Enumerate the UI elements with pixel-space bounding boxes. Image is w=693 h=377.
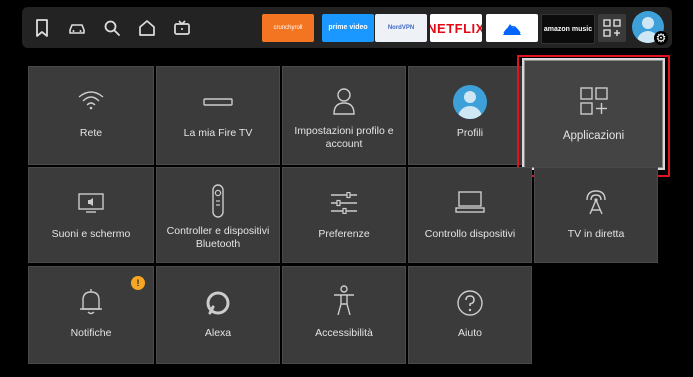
tile-applicazioni[interactable]: Applicazioni xyxy=(522,58,665,170)
wifi-icon xyxy=(77,89,105,111)
prime-video-app-tile[interactable]: prime video xyxy=(322,14,374,42)
tile-aiuto[interactable]: Aiuto xyxy=(408,266,532,364)
tile-label: Accessibilità xyxy=(315,327,373,339)
apps-grid-icon xyxy=(603,19,621,37)
tile-accessibilita[interactable]: Accessibilità xyxy=(282,266,406,364)
tile-label: Rete xyxy=(79,127,103,139)
tile-label: La mia Fire TV xyxy=(183,127,253,139)
remote-icon xyxy=(211,184,225,218)
help-icon xyxy=(456,289,484,317)
bookmark-icon[interactable] xyxy=(32,18,52,38)
tile-la-mia-fire-tv[interactable]: La mia Fire TV xyxy=(156,66,280,165)
antenna-icon xyxy=(581,186,611,216)
paramount-app-tile[interactable] xyxy=(486,14,538,42)
tile-label: Preferenze xyxy=(318,228,370,240)
tile-label: TV in diretta xyxy=(567,228,625,240)
tv-icon[interactable] xyxy=(172,18,192,38)
search-icon[interactable] xyxy=(102,18,122,38)
amazon-music-app-tile[interactable]: amazon music xyxy=(541,14,595,44)
tile-label: Controller e dispositivi Bluetooth xyxy=(166,225,270,250)
top-navigation-bar: crunchyroll prime video NordVPN NETFLIX … xyxy=(22,7,672,48)
tile-label: Controllo dispositivi xyxy=(424,228,516,240)
accessibility-icon xyxy=(331,285,357,317)
bell-icon xyxy=(78,287,104,317)
tile-impostazioni-profilo[interactable]: Impostazioni profilo e account xyxy=(282,66,406,165)
tile-controller-bluetooth[interactable]: Controller e dispositivi Bluetooth xyxy=(156,167,280,263)
nordvpn-logo: NordVPN xyxy=(387,25,415,31)
tile-label: Aiuto xyxy=(458,327,482,339)
home-icon[interactable] xyxy=(137,18,157,38)
tile-notifiche[interactable]: ! Notifiche xyxy=(28,266,154,364)
tile-preferenze[interactable]: Preferenze xyxy=(282,167,406,263)
profile-avatar-icon xyxy=(453,85,487,119)
tile-label: Notifiche xyxy=(70,327,112,339)
tile-label: Profili xyxy=(456,127,484,139)
netflix-logo: NETFLIX xyxy=(430,20,482,36)
tile-controllo-dispositivi[interactable]: Controllo dispositivi xyxy=(408,167,532,263)
person-icon xyxy=(332,87,356,115)
sliders-icon xyxy=(329,192,359,214)
tv-on-stand-icon xyxy=(455,190,485,214)
tile-label: Suoni e schermo xyxy=(51,228,131,240)
tile-rete[interactable]: Rete xyxy=(28,66,154,165)
alexa-icon xyxy=(204,289,232,317)
avatar-head xyxy=(642,17,654,29)
tile-profili[interactable]: Profili xyxy=(408,66,532,165)
tile-suoni-e-schermo[interactable]: Suoni e schermo xyxy=(28,167,154,263)
notification-badge: ! xyxy=(131,276,145,290)
netflix-app-tile[interactable]: NETFLIX xyxy=(430,14,482,42)
all-apps-button[interactable] xyxy=(598,14,626,42)
paramount-mountain-icon xyxy=(503,24,521,35)
tile-label: Impostazioni profilo e account xyxy=(294,125,394,150)
crunchyroll-app-tile[interactable]: crunchyroll xyxy=(262,14,314,42)
prime-video-logo: prime video xyxy=(328,24,368,31)
fire-tv-stick-icon xyxy=(203,97,233,107)
tile-tv-in-diretta[interactable]: TV in diretta xyxy=(534,167,658,263)
gear-icon: ⚙ xyxy=(654,31,668,45)
apps-grid-icon xyxy=(579,86,609,116)
tv-sound-icon xyxy=(77,192,105,214)
tile-label: Alexa xyxy=(204,327,232,339)
tile-alexa[interactable]: Alexa xyxy=(156,266,280,364)
tile-label: Applicazioni xyxy=(562,130,625,142)
nordvpn-app-tile[interactable]: NordVPN xyxy=(375,14,427,42)
crunchyroll-logo: crunchyroll xyxy=(273,25,303,31)
amazon-music-logo: amazon music xyxy=(543,25,593,33)
car-icon[interactable] xyxy=(67,18,87,38)
